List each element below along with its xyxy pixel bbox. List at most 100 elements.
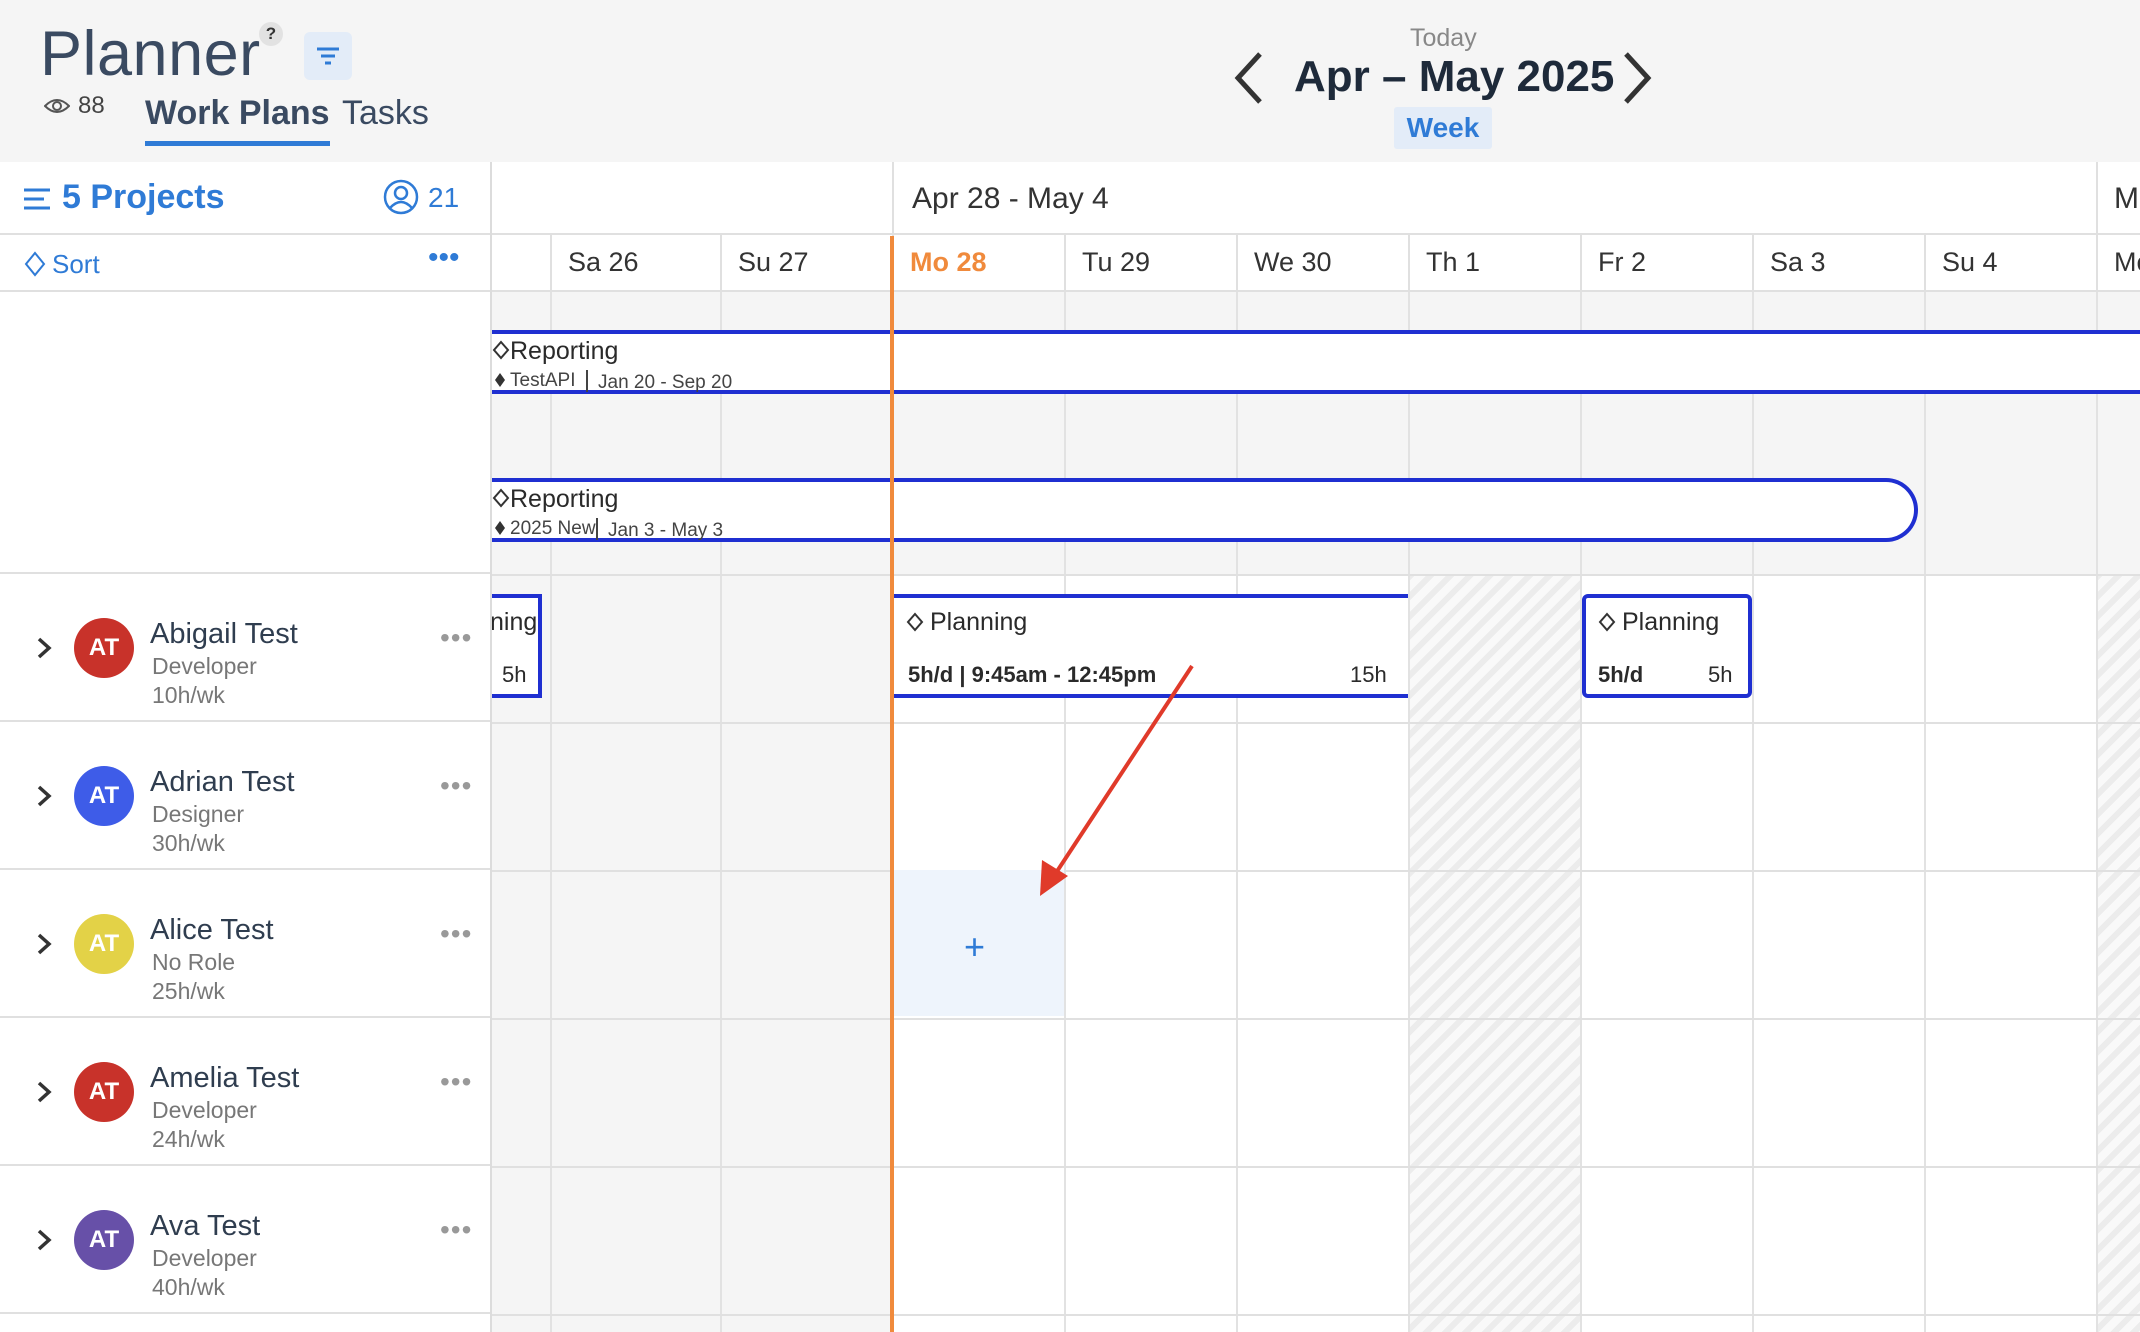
diamond-outline-icon <box>906 612 924 632</box>
next-week-label: M <box>2114 182 2139 215</box>
today-indicator <box>890 236 894 1332</box>
holiday-column <box>1408 574 1580 1332</box>
plus-icon[interactable]: + <box>964 926 985 968</box>
diamond-filled-icon <box>495 521 505 535</box>
work-plan-bar[interactable]: ning 5h <box>492 594 542 698</box>
annotation-arrow <box>1040 664 1194 896</box>
diamond-outline-icon <box>492 340 510 360</box>
chevron-right-icon[interactable] <box>1618 50 1654 106</box>
sort-row: Sort ••• <box>0 235 490 292</box>
person-row[interactable]: AT Ava Test Developer 40h/wk ••• <box>0 1166 490 1314</box>
person-name: Adrian Test <box>150 766 295 798</box>
person-hours: 25h/wk <box>152 978 225 1004</box>
more-options-icon[interactable]: ••• <box>428 241 460 275</box>
view-count: 88 <box>44 92 105 120</box>
row-menu-icon[interactable]: ••• <box>440 622 472 654</box>
person-row[interactable]: AT Amelia Test Developer 24h/wk ••• <box>0 1018 490 1166</box>
person-row[interactable]: AT Alice Test No Role 25h/wk ••• <box>0 870 490 1018</box>
grid-line <box>1752 292 1754 1332</box>
grid-line <box>1408 292 1410 1332</box>
work-plan-title: Planning <box>1622 608 1720 636</box>
project-title: Reporting <box>510 485 619 513</box>
diamond-outline-icon <box>492 488 510 508</box>
week-header: Apr 28 - May 4 M <box>492 162 2140 235</box>
chevron-right-icon[interactable] <box>36 636 52 660</box>
calendar-grid: Apr 28 - May 4 M Sa 26 Su 27 Mo 28 Tu 29… <box>492 162 2140 1332</box>
header: Planner ? 88 Work Plans Tasks Today Apr … <box>0 0 2140 162</box>
row-menu-icon[interactable]: ••• <box>440 1066 472 1098</box>
person-role: No Role <box>152 949 236 975</box>
avatar-initials: AT <box>88 1078 120 1105</box>
help-icon[interactable]: ? <box>259 22 283 46</box>
holiday-column <box>2096 574 2140 1332</box>
people-count[interactable]: 21 <box>428 182 459 214</box>
work-plan-title: ning <box>492 608 538 636</box>
person-name: Ava Test <box>150 1210 261 1242</box>
grid-line <box>1924 292 1926 1332</box>
tab-work-plans[interactable]: Work Plans <box>145 94 330 146</box>
person-name: Alice Test <box>150 914 274 946</box>
person-name: Abigail Test <box>150 618 298 650</box>
projects-section <box>0 292 490 574</box>
person-hours: 40h/wk <box>152 1274 225 1300</box>
work-plan-hours: 5h <box>502 662 527 687</box>
sort-button[interactable]: Sort <box>52 249 100 280</box>
grid-line <box>2096 292 2098 1332</box>
avatar-initials: AT <box>88 1226 120 1253</box>
row-menu-icon[interactable]: ••• <box>440 770 472 802</box>
avatar: AT <box>74 618 134 678</box>
day-header: Sa 3 <box>1752 235 1924 292</box>
list-icon[interactable] <box>24 188 50 210</box>
diamond-filled-icon <box>495 373 505 387</box>
day-header: Fr 2 <box>1580 235 1752 292</box>
project-bar[interactable]: Reporting TestAPI Jan 20 - Sep 20 <box>492 330 2140 394</box>
projects-header: 5 Projects 21 <box>0 162 490 235</box>
chevron-right-icon[interactable] <box>36 1228 52 1252</box>
user-circle-icon[interactable] <box>382 178 420 216</box>
person-hours: 30h/wk <box>152 830 225 856</box>
project-client: 2025 New <box>510 518 596 539</box>
day-header: Su 4 <box>1924 235 2096 292</box>
person-row[interactable]: AT Adrian Test Designer 30h/wk ••• <box>0 722 490 870</box>
chevron-right-icon[interactable] <box>36 784 52 808</box>
page-title: Planner <box>40 19 261 89</box>
grid-line <box>720 292 722 1332</box>
grid-line <box>492 574 2140 576</box>
chevron-right-icon[interactable] <box>36 1080 52 1104</box>
tab-tasks[interactable]: Tasks <box>342 94 429 133</box>
view-count-value: 88 <box>78 92 105 119</box>
work-plan-total: 5h <box>1708 662 1733 687</box>
day-header: Th 1 <box>1408 235 1580 292</box>
person-row[interactable]: AT Abigail Test Developer 10h/wk ••• <box>0 574 490 722</box>
work-plan-title: Planning <box>930 608 1028 636</box>
person-role: Developer <box>152 653 257 679</box>
grid-line <box>492 722 2140 724</box>
day-header <box>492 235 550 292</box>
avatar: AT <box>74 1062 134 1122</box>
avatar: AT <box>74 914 134 974</box>
person-name: Amelia Test <box>150 1062 300 1094</box>
grid-line <box>492 1018 2140 1020</box>
sort-diamond-icon[interactable] <box>24 251 46 277</box>
view-mode-button[interactable]: Week <box>1394 107 1492 149</box>
grid-line <box>550 292 552 1332</box>
separator <box>586 370 588 392</box>
divider <box>892 162 894 235</box>
date-range: Apr – May 2025 <box>1294 52 1615 101</box>
chevron-left-icon[interactable] <box>1232 50 1268 106</box>
project-bar[interactable]: Reporting 2025 New Jan 3 - May 3 <box>492 478 1918 542</box>
row-menu-icon[interactable]: ••• <box>440 1214 472 1246</box>
filter-button[interactable] <box>304 32 352 80</box>
divider <box>2096 162 2098 235</box>
separator <box>596 518 598 540</box>
today-button[interactable]: Today <box>1410 24 1477 53</box>
projects-count[interactable]: 5 Projects <box>62 178 225 217</box>
work-plan-bar[interactable]: Planning 5h/d 5h <box>1582 594 1752 698</box>
day-header: We 30 <box>1236 235 1408 292</box>
avatar-initials: AT <box>88 634 120 661</box>
filter-icon <box>317 47 339 65</box>
day-header-today: Mo 28 <box>892 235 1064 292</box>
avatar: AT <box>74 1210 134 1270</box>
chevron-right-icon[interactable] <box>36 932 52 956</box>
row-menu-icon[interactable]: ••• <box>440 918 472 950</box>
